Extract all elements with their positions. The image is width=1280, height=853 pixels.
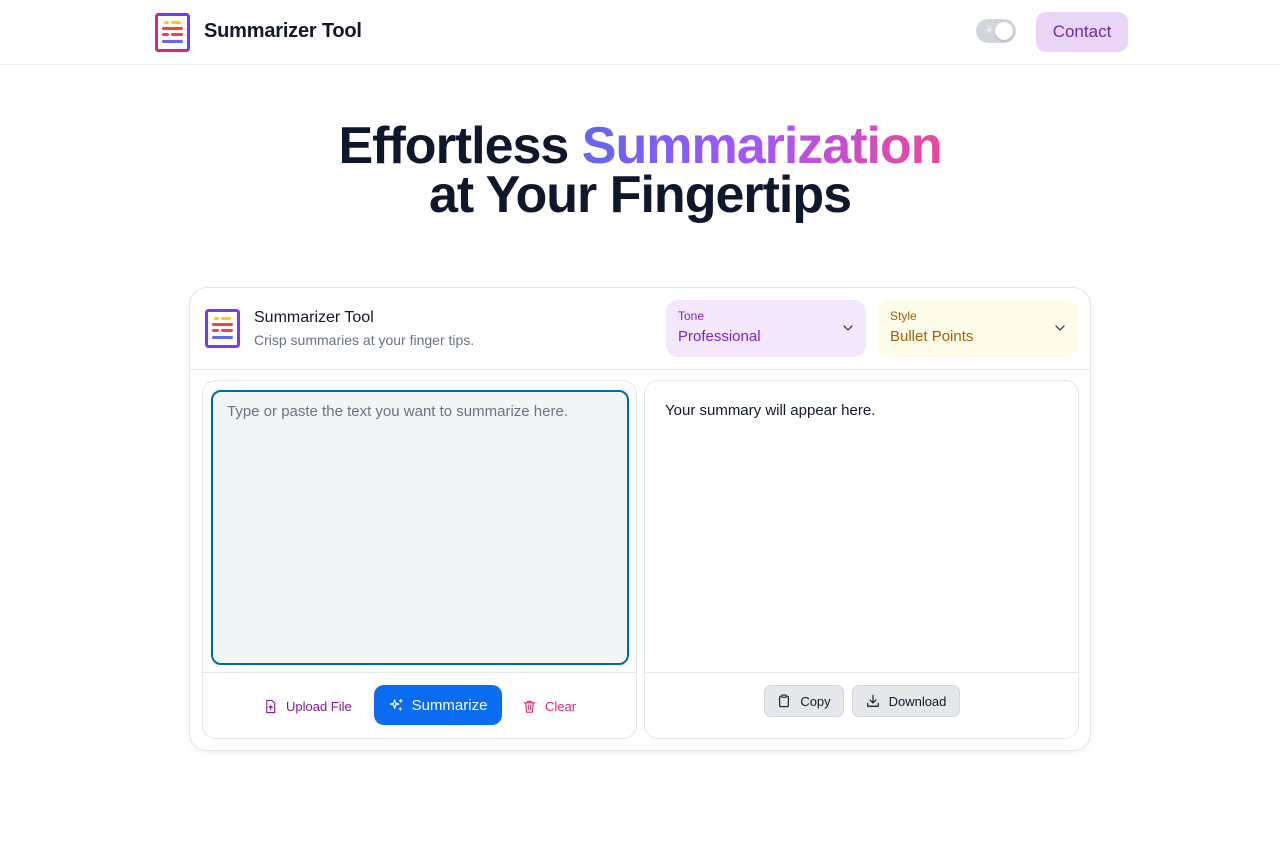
tone-select[interactable]: Tone Professional <box>666 300 866 357</box>
input-actions: Upload File Summarize Clear <box>203 672 636 738</box>
top-navbar: Summarizer Tool ☀ Contact <box>0 0 1280 65</box>
sun-icon: ☀ <box>984 25 994 37</box>
hero-line-1: Effortless Summarization <box>0 120 1280 172</box>
style-value: Bullet Points <box>890 328 974 345</box>
contact-button[interactable]: Contact <box>1036 12 1128 52</box>
input-panel: Upload File Summarize Clear <box>202 380 637 739</box>
download-label: Download <box>888 693 947 709</box>
summarizer-card: Summarizer Tool Crisp summaries at your … <box>189 287 1091 751</box>
trash-icon <box>523 700 536 713</box>
chevron-down-icon <box>843 325 853 331</box>
tone-value: Professional <box>678 328 761 345</box>
file-upload-icon <box>266 699 276 713</box>
upload-file-button[interactable]: Upload File <box>263 694 352 718</box>
text-input[interactable] <box>211 390 629 665</box>
summarize-button[interactable]: Summarize <box>374 685 502 725</box>
style-label: Style <box>890 309 917 323</box>
copy-button[interactable]: Copy <box>764 685 844 717</box>
tone-label: Tone <box>678 309 705 323</box>
output-actions: Copy Download <box>645 672 1078 738</box>
clipboard-icon <box>779 694 790 708</box>
download-icon <box>866 694 879 707</box>
theme-toggle[interactable]: ☀ <box>976 19 1016 43</box>
document-lines-icon[interactable] <box>155 13 190 52</box>
style-select[interactable]: Style Bullet Points <box>878 300 1078 357</box>
sparkles-icon <box>389 698 403 711</box>
chevron-down-icon <box>1055 325 1065 331</box>
summarize-label: Summarize <box>411 696 488 714</box>
toggle-knob <box>995 22 1013 40</box>
hero-heading: Effortless Summarization at Your Fingert… <box>0 120 1280 224</box>
clear-label: Clear <box>545 698 577 714</box>
card-header: Summarizer Tool Crisp summaries at your … <box>190 288 1090 370</box>
card-title: Summarizer Tool <box>254 309 374 326</box>
document-lines-icon <box>205 309 240 348</box>
card-subtitle: Crisp summaries at your finger tips. <box>254 332 475 348</box>
hero-line-2: at Your Fingertips <box>428 166 852 224</box>
download-button[interactable]: Download <box>852 685 960 717</box>
copy-label: Copy <box>800 693 831 709</box>
output-panel: Your summary will appear here. Copy Down… <box>644 380 1079 739</box>
summary-output: Your summary will appear here. <box>665 402 876 419</box>
clear-button[interactable]: Clear <box>522 694 576 718</box>
brand-title[interactable]: Summarizer Tool <box>204 20 362 43</box>
upload-file-label: Upload File <box>286 698 352 714</box>
